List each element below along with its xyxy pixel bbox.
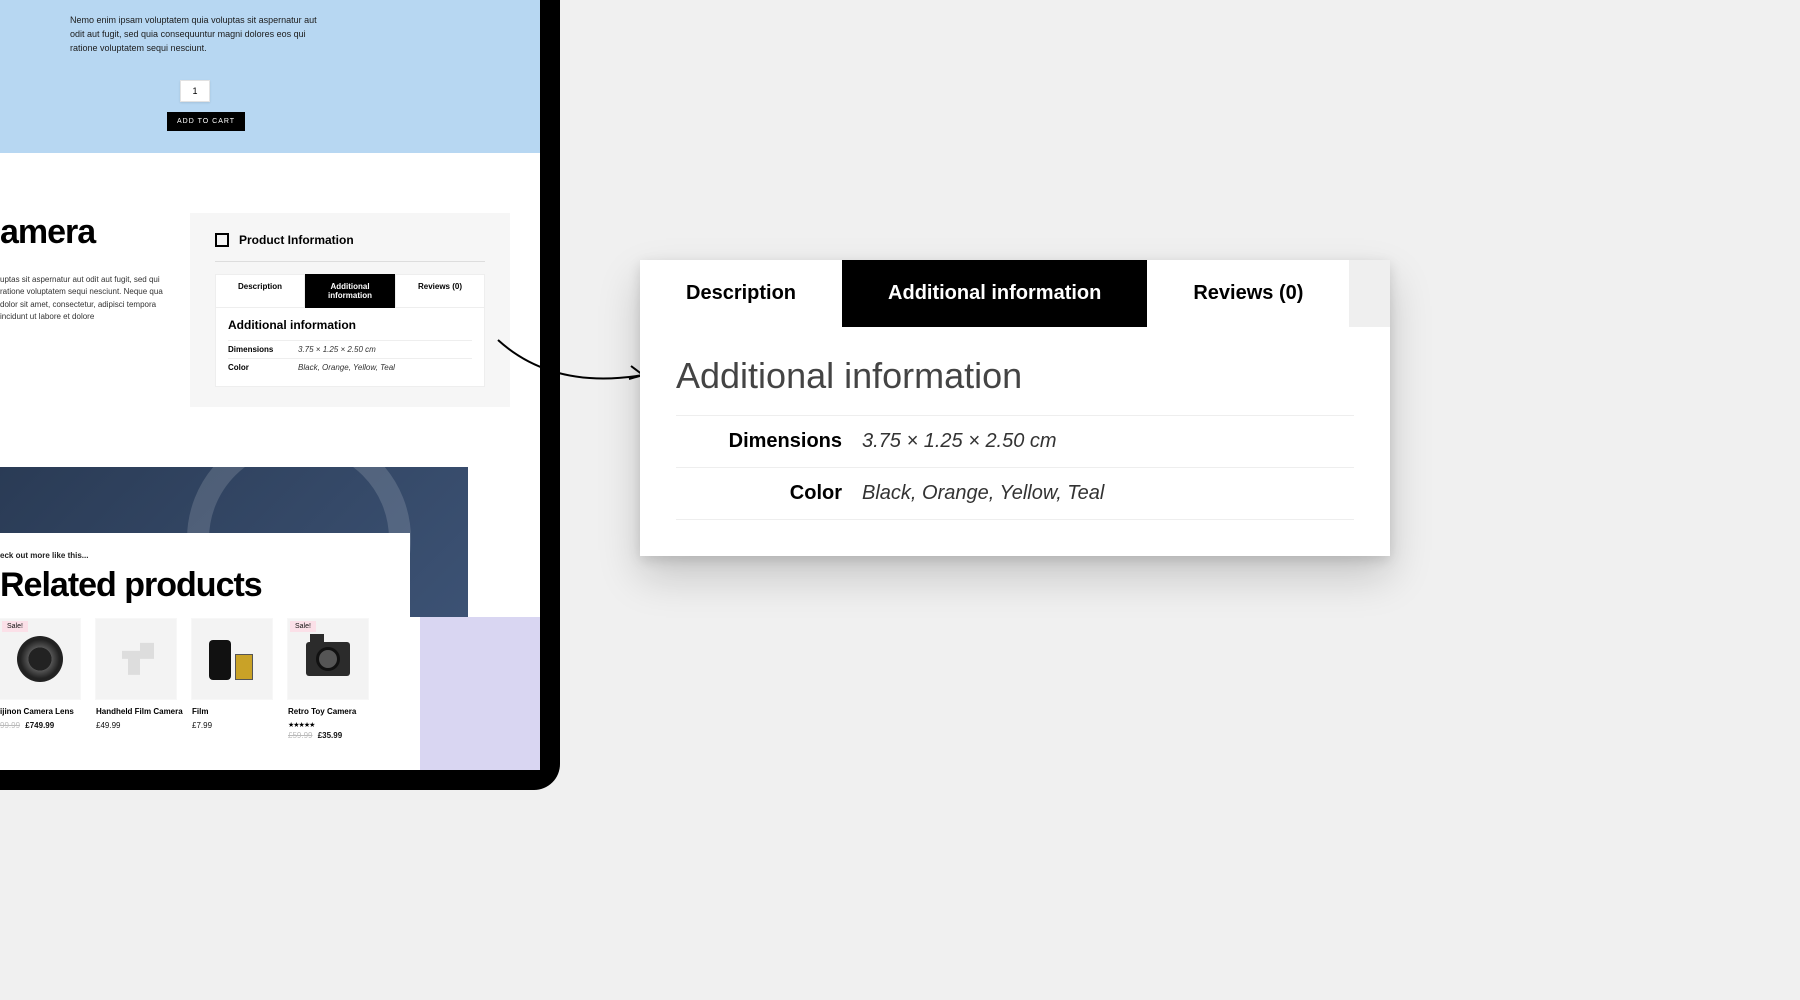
product-summary: amera uptas sit aspernatur aut odit aut … [0,213,170,407]
related-product[interactable]: Film £7.99 [192,619,288,740]
zoom-tab-description[interactable]: Description [640,260,842,327]
product-title: amera [0,213,170,252]
zoom-attribute-label: Color [712,482,862,505]
page-mock: Nemo enim ipsam voluptatem quia voluptas… [0,0,540,770]
tab-reviews[interactable]: Reviews (0) [395,274,485,308]
attribute-row: Color Black, Orange, Yellow, Teal [228,358,472,376]
price: £49.99 [96,721,120,730]
zoom-attribute-value: 3.75 × 1.25 × 2.50 cm [862,430,1057,453]
product-price: £49.99 [96,721,186,730]
product-info-section: amera uptas sit aspernatur aut odit aut … [0,153,540,467]
product-name: Handheld Film Camera [96,707,186,717]
related-product[interactable]: Handheld Film Camera £49.99 [96,619,192,740]
product-price: £7.99 [192,721,282,730]
product-name: Retro Toy Camera [288,707,378,717]
film-roll-icon [209,636,255,682]
product-price: 99.99 £749.99 [0,721,90,730]
old-price: £59.99 [288,731,312,740]
star-rating: ★★★★★ [288,721,378,729]
price: £35.99 [318,731,342,740]
product-thumbnail: Sale! [288,619,368,699]
zoom-attribute-row: Color Black, Orange, Yellow, Teal [676,467,1354,520]
attribute-value: 3.75 × 1.25 × 2.50 cm [298,345,376,354]
related-product[interactable]: Sale! ijinon Camera Lens 99.99 £749.99 [0,619,96,740]
attribute-value: Black, Orange, Yellow, Teal [298,363,395,372]
product-name: ijinon Camera Lens [0,707,90,717]
frame-icon [215,233,229,247]
info-tab-panel: Additional information Dimensions 3.75 ×… [215,308,485,387]
zoom-tabs: Description Additional information Revie… [640,260,1390,327]
product-thumbnail: Sale! [0,619,80,699]
handheld-camera-icon [116,639,156,679]
tab-additional-information[interactable]: Additional information [305,274,395,308]
product-thumbnail [96,619,176,699]
related-heading: Related products [0,566,410,605]
product-thumbnail [192,619,272,699]
related-bg-accent [420,617,540,770]
info-panel-title: Additional information [228,318,472,332]
hero-section: Nemo enim ipsam voluptatem quia voluptas… [0,0,540,153]
add-to-cart-button[interactable]: ADD TO CART [167,112,245,131]
related-section: eck out more like this... Related produc… [0,467,540,770]
attribute-row: Dimensions 3.75 × 1.25 × 2.50 cm [228,340,472,358]
tablet-frame: Nemo enim ipsam voluptatem quia voluptas… [0,0,560,790]
product-info-card: Product Information Description Addition… [190,213,510,407]
product-price: £59.99 £35.99 [288,731,378,740]
old-price: 99.99 [0,721,20,730]
info-card-header: Product Information [215,233,485,262]
zoom-attribute-value: Black, Orange, Yellow, Teal [862,482,1104,505]
info-tabs: Description Additional information Revie… [215,274,485,308]
zoom-attribute-row: Dimensions 3.75 × 1.25 × 2.50 cm [676,415,1354,467]
tab-description[interactable]: Description [215,274,305,308]
quantity-input[interactable] [180,80,210,102]
camera-lens-icon [17,636,63,682]
sale-badge: Sale! [290,621,316,632]
related-product[interactable]: Sale! Retro Toy Camera ★★★★★ £59.99 £35.… [288,619,384,740]
retro-camera-icon [306,642,350,676]
attribute-label: Color [228,363,298,372]
info-card-heading: Product Information [239,233,354,247]
price: £749.99 [25,721,54,730]
hero-blurb: Nemo enim ipsam voluptatem quia voluptas… [70,14,330,56]
product-name: Film [192,707,282,717]
zoom-attribute-label: Dimensions [712,430,862,453]
zoom-panel: Description Additional information Revie… [640,260,1390,556]
price: £7.99 [192,721,212,730]
attribute-label: Dimensions [228,345,298,354]
sale-badge: Sale! [2,621,28,632]
related-kicker: eck out more like this... [0,551,410,560]
related-card: eck out more like this... Related produc… [0,533,410,740]
zoom-tab-reviews[interactable]: Reviews (0) [1147,260,1349,327]
zoom-panel-heading: Additional information [640,327,1390,415]
zoom-tab-additional-information[interactable]: Additional information [842,260,1147,327]
related-products-grid: Sale! ijinon Camera Lens 99.99 £749.99 [0,619,410,740]
product-description: uptas sit aspernatur aut odit aut fugit,… [0,274,170,324]
